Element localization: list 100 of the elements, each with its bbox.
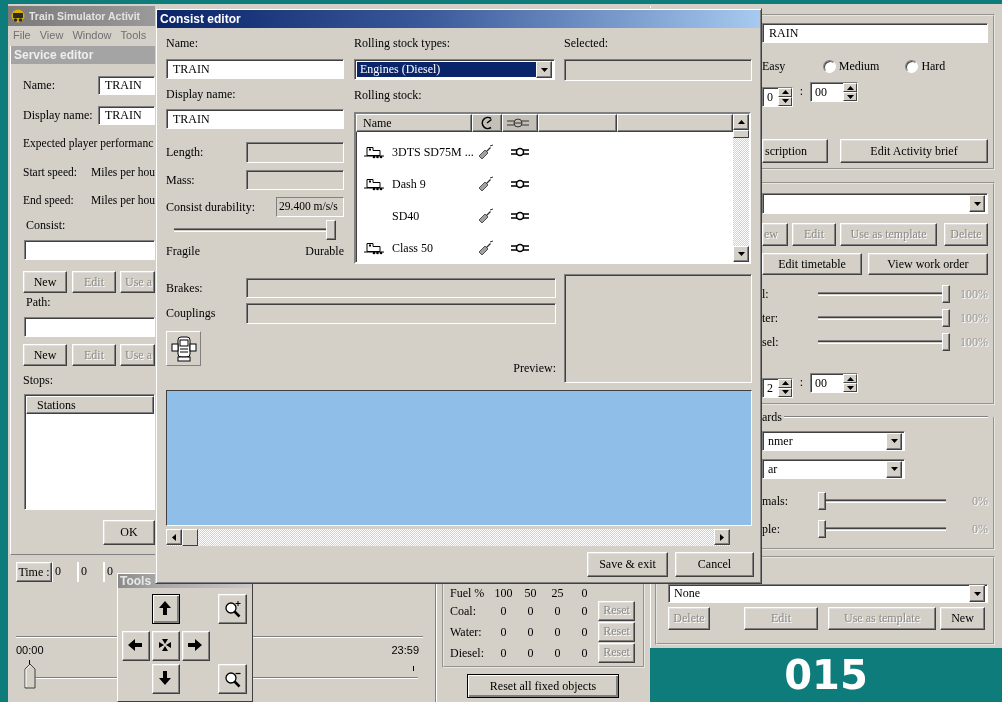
down-arrow-icon [781, 390, 789, 394]
text-field[interactable]: TRAIN [166, 59, 344, 79]
scrollbar[interactable] [166, 529, 730, 546]
scroll-right-button[interactable] [714, 529, 730, 545]
oil-can-icon [478, 208, 494, 224]
field-label: ter: [762, 310, 779, 326]
text-field[interactable] [24, 240, 155, 260]
slider-thumb[interactable] [24, 663, 36, 689]
spin-up-button[interactable] [843, 83, 857, 92]
spin-up-button[interactable] [778, 87, 792, 97]
list-item[interactable]: Class 50 [392, 240, 478, 256]
pan-down-button[interactable] [152, 664, 180, 694]
pan-right-button[interactable] [182, 631, 210, 661]
spin-down-button[interactable] [778, 96, 792, 106]
slider[interactable] [818, 308, 950, 328]
ok-button[interactable]: OK [103, 520, 155, 545]
scrollbar[interactable] [733, 114, 749, 262]
dropdown-button[interactable] [886, 432, 902, 450]
new-button[interactable]: New [940, 607, 985, 630]
list-item[interactable]: Dash 9 [392, 176, 478, 192]
text-field[interactable]: TRAIN [166, 109, 344, 129]
table-cell-text: 0 [499, 624, 508, 639]
zoom-out-icon [223, 670, 242, 688]
spin-down-button[interactable] [778, 387, 792, 397]
scroll-left-button[interactable] [166, 529, 182, 545]
text-field[interactable]: TRAIN [98, 106, 155, 125]
column-header[interactable]: Stations [26, 396, 154, 414]
scroll-thumb[interactable] [182, 529, 198, 546]
value-display: 29.400 m/s/s [276, 197, 344, 217]
dropdown-button[interactable] [536, 61, 552, 78]
slider[interactable] [818, 332, 950, 352]
work-order-button[interactable]: View work order [868, 253, 988, 275]
spin-down-button[interactable] [843, 92, 857, 101]
up-arrow-icon [781, 381, 789, 385]
scroll-thumb[interactable] [733, 130, 749, 138]
field-label: sel: [762, 334, 780, 350]
group-label: ards [762, 411, 782, 423]
zoom-out-button[interactable] [218, 664, 247, 694]
dropdown-button[interactable] [886, 460, 902, 478]
list-box[interactable]: Stations [24, 394, 155, 510]
window-title: Train Simulator Activit [8, 6, 155, 26]
oil-can-icon [478, 240, 494, 256]
column-header[interactable] [617, 114, 733, 132]
center-button[interactable] [152, 631, 180, 661]
pan-up-button[interactable] [152, 594, 180, 624]
down-arrow-icon [846, 94, 854, 99]
field-label: Brakes: [166, 280, 204, 296]
column-header[interactable] [502, 114, 538, 132]
spin-box[interactable]: 00 [810, 82, 858, 102]
list-item[interactable]: SD40 [392, 208, 478, 224]
save-button[interactable]: Save & exit [587, 552, 668, 577]
text-field[interactable] [246, 142, 344, 163]
new-button[interactable]: New [23, 271, 67, 293]
section-label: Consist: [25, 218, 67, 232]
dropdown-button[interactable] [969, 585, 985, 602]
description-button[interactable]: scription [762, 139, 828, 163]
spin-box[interactable]: 0 [762, 86, 793, 107]
dropdown[interactable]: None [668, 584, 988, 603]
zoom-in-button[interactable] [218, 594, 247, 624]
column-header[interactable]: Name [356, 114, 472, 132]
zoom-in-icon [223, 600, 242, 618]
text-field[interactable] [246, 170, 344, 190]
spin-up-button[interactable] [778, 378, 792, 388]
radio-label: Medium [838, 59, 880, 73]
text-field[interactable] [246, 303, 556, 324]
time-label: 00:00 [16, 644, 44, 656]
locomotive-button[interactable] [166, 331, 201, 366]
slider[interactable] [174, 220, 336, 240]
dropdown[interactable]: ar [762, 459, 905, 479]
dropdown[interactable]: nmer [762, 431, 905, 451]
list-item[interactable]: 3DTS SD75M ... [392, 144, 478, 160]
text-field[interactable]: RAIN [762, 23, 988, 43]
brief-button[interactable]: Edit Activity brief [840, 139, 988, 163]
slider[interactable] [818, 284, 950, 304]
text-field[interactable] [24, 317, 155, 337]
new-button[interactable]: New [23, 344, 67, 366]
scroll-down-button[interactable] [733, 246, 749, 262]
pan-left-button[interactable] [122, 631, 150, 661]
field-label: Couplings [166, 306, 217, 321]
spin-box[interactable]: 00 [810, 373, 858, 393]
timetable-button[interactable]: Edit timetable [762, 253, 862, 275]
dropdown[interactable]: Engines (Diesel) [354, 59, 555, 80]
radio-button[interactable] [905, 59, 919, 73]
coupler-icon [511, 147, 529, 157]
text-field[interactable] [246, 278, 556, 298]
text-field[interactable]: TRAIN [98, 76, 155, 95]
reset-all-button[interactable]: Reset all fixed objects [467, 674, 619, 698]
dropdown-button[interactable] [969, 195, 985, 212]
column-header[interactable] [538, 114, 617, 132]
spin-down-button[interactable] [843, 383, 857, 392]
scale-label: Fragile [166, 244, 200, 258]
time-button[interactable]: Time : [16, 562, 52, 582]
list-box[interactable]: Name 3DTS SD75M ... Dash 9 SD40 Class 50 [354, 112, 751, 264]
spin-box[interactable]: 2 [762, 377, 793, 398]
text-field[interactable] [564, 59, 752, 81]
spin-up-button[interactable] [843, 374, 857, 383]
scroll-up-button[interactable] [733, 114, 749, 130]
cancel-button[interactable]: Cancel [675, 552, 754, 577]
column-header[interactable] [472, 114, 502, 132]
dropdown[interactable] [762, 193, 988, 214]
